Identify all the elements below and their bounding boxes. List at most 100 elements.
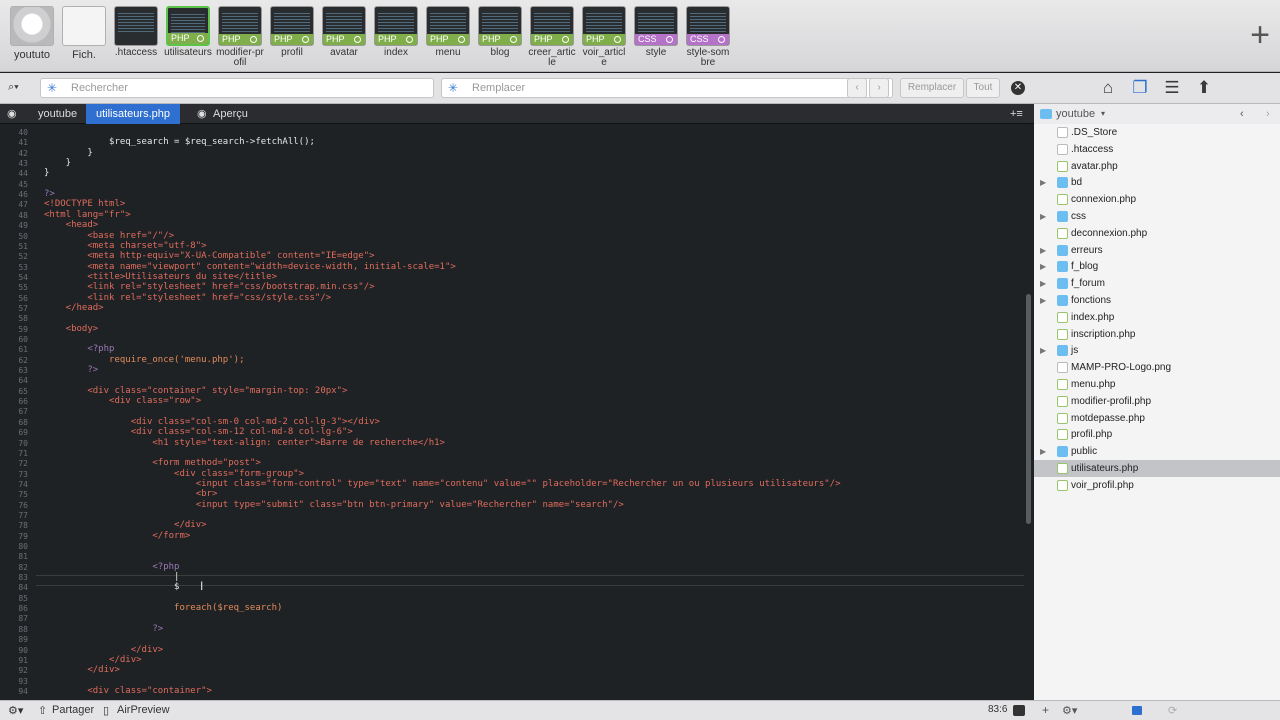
- file-item[interactable]: ▶ f_blog: [1034, 258, 1280, 275]
- code-line[interactable]: </head>: [44, 303, 104, 314]
- tab-2[interactable]: .htaccess: [112, 6, 160, 58]
- code-line[interactable]: <html lang="fr">: [44, 210, 131, 221]
- expand-arrow-icon[interactable]: ▶: [1040, 258, 1046, 275]
- code-line[interactable]: <h1 style="text-align: center">Barre de …: [44, 438, 445, 449]
- add-icon[interactable]: +: [1042, 703, 1049, 717]
- close-dot-icon[interactable]: [666, 36, 673, 43]
- replace-button[interactable]: Remplacer: [900, 78, 964, 98]
- eye-icon[interactable]: ◉: [7, 104, 17, 124]
- files-icon[interactable]: ❐: [1129, 78, 1151, 98]
- code-line[interactable]: ?>: [44, 624, 163, 635]
- back-icon[interactable]: ‹: [1240, 104, 1244, 124]
- tab-3[interactable]: PHP utilisateurs: [164, 6, 212, 58]
- close-dot-icon[interactable]: [302, 36, 309, 43]
- tab-13[interactable]: CSS style-sombre: [684, 6, 732, 68]
- share-button[interactable]: Partager: [52, 704, 94, 716]
- file-item[interactable]: modifier-profil.php: [1034, 393, 1280, 410]
- tab-11[interactable]: PHP voir_article: [580, 6, 628, 68]
- file-item[interactable]: deconnexion.php: [1034, 225, 1280, 242]
- code-line[interactable]: <meta http-equiv="X-UA-Compatible" conte…: [44, 251, 374, 262]
- tab-6[interactable]: PHP avatar: [320, 6, 368, 58]
- file-item[interactable]: voir_profil.php: [1034, 477, 1280, 494]
- file-item[interactable]: ▶ fonctions: [1034, 292, 1280, 309]
- close-dot-icon[interactable]: [458, 36, 465, 43]
- file-item[interactable]: ▶ erreurs: [1034, 242, 1280, 259]
- code-line[interactable]: <input class="form-control" type="text" …: [44, 479, 841, 490]
- code-line[interactable]: <div class="form-group">: [44, 469, 304, 480]
- add-tab-button[interactable]: +: [1250, 18, 1270, 52]
- close-dot-icon[interactable]: [510, 36, 517, 43]
- tab-7[interactable]: PHP index: [372, 6, 420, 58]
- search-options-icon[interactable]: ⌕▾: [8, 81, 19, 94]
- sync-icon[interactable]: ⟳: [1168, 704, 1177, 717]
- replace-input[interactable]: ✳ Remplacer: [441, 78, 893, 98]
- file-item[interactable]: connexion.php: [1034, 191, 1280, 208]
- code-line[interactable]: }: [44, 148, 92, 159]
- code-line[interactable]: ?>: [44, 189, 55, 200]
- code-line[interactable]: <?php: [44, 562, 179, 573]
- panel-toggle-icon[interactable]: [1013, 705, 1025, 716]
- code-line[interactable]: <body>: [44, 324, 99, 335]
- editor-menu-icon[interactable]: +≡: [1010, 104, 1023, 124]
- close-dot-icon[interactable]: [250, 36, 257, 43]
- code-line[interactable]: <meta name="viewport" content="width=dev…: [44, 262, 455, 273]
- file-item[interactable]: menu.php: [1034, 376, 1280, 393]
- tab-5[interactable]: PHP profil: [268, 6, 316, 58]
- file-item[interactable]: .DS_Store: [1034, 124, 1280, 141]
- code-line[interactable]: foreach($req_search): [44, 603, 282, 614]
- close-dot-icon[interactable]: [406, 36, 413, 43]
- code-line[interactable]: }: [44, 168, 49, 179]
- expand-arrow-icon[interactable]: ▶: [1040, 443, 1046, 460]
- gear-icon[interactable]: ⚙▾: [1062, 704, 1077, 717]
- expand-arrow-icon[interactable]: ▶: [1040, 208, 1046, 225]
- preview-button[interactable]: Aperçu: [213, 104, 248, 124]
- breadcrumb-file[interactable]: utilisateurs.php: [86, 104, 180, 124]
- file-item[interactable]: MAMP-PRO-Logo.png: [1034, 359, 1280, 376]
- upload-icon[interactable]: ⬆: [1193, 78, 1215, 98]
- file-item[interactable]: profil.php: [1034, 426, 1280, 443]
- code-line[interactable]: <head>: [44, 220, 99, 231]
- scrollbar-thumb[interactable]: [1026, 294, 1031, 524]
- code-line[interactable]: $: [44, 582, 179, 593]
- close-dot-icon[interactable]: [718, 36, 725, 43]
- chevron-down-icon[interactable]: ▾: [1101, 104, 1105, 124]
- next-match-button[interactable]: ›: [869, 78, 889, 98]
- code-line[interactable]: <input type="submit" class="btn btn-prim…: [44, 500, 624, 511]
- previous-match-button[interactable]: ‹: [847, 78, 867, 98]
- tab-1[interactable]: Fich.: [60, 6, 108, 61]
- tab-8[interactable]: PHP menu: [424, 6, 472, 58]
- file-item[interactable]: index.php: [1034, 309, 1280, 326]
- tab-10[interactable]: PHP creer_article: [528, 6, 576, 68]
- replace-all-button[interactable]: Tout: [966, 78, 1000, 98]
- code-line[interactable]: <form method="post">: [44, 458, 260, 469]
- code-line[interactable]: </div>: [44, 645, 164, 656]
- code-line[interactable]: <div class="container">: [44, 686, 212, 697]
- file-item[interactable]: utilisateurs.php: [1034, 460, 1280, 477]
- close-dot-icon[interactable]: [197, 35, 204, 42]
- expand-arrow-icon[interactable]: ▶: [1040, 242, 1046, 259]
- code-line[interactable]: <?php: [44, 344, 114, 355]
- file-item[interactable]: motdepasse.php: [1034, 410, 1280, 427]
- code-line[interactable]: $req_search = $req_search->fetchAll();: [44, 137, 315, 148]
- code-line[interactable]: </div>: [44, 520, 207, 531]
- close-dot-icon[interactable]: [614, 36, 621, 43]
- search-input[interactable]: ✳ Rechercher: [40, 78, 434, 98]
- expand-arrow-icon[interactable]: ▶: [1040, 174, 1046, 191]
- code-line[interactable]: <title>Utilisateurs du site</title>: [44, 272, 277, 283]
- file-item[interactable]: inscription.php: [1034, 326, 1280, 343]
- close-search-icon[interactable]: ✕: [1011, 81, 1025, 95]
- gear-icon[interactable]: ⚙▾: [8, 704, 23, 717]
- editor-scrollbar[interactable]: [1025, 124, 1033, 700]
- airpreview-button[interactable]: AirPreview: [117, 704, 170, 716]
- forward-icon[interactable]: ›: [1266, 104, 1270, 124]
- code-editor[interactable]: 40 41 42 43 44 45 46 47 48 49 50 51 52 53 54 55 56 57 58 59…: [0, 124, 1024, 700]
- file-item[interactable]: ▶ css: [1034, 208, 1280, 225]
- file-item[interactable]: ▶ bd: [1034, 174, 1280, 191]
- code-line[interactable]: <link rel="stylesheet" href="css/style.c…: [44, 293, 331, 304]
- code-line[interactable]: <div class="col-sm-0 col-md-2 col-lg-3">…: [44, 417, 380, 428]
- code-line[interactable]: <base href="/"/>: [44, 231, 174, 242]
- code-line[interactable]: ?>: [44, 365, 98, 376]
- code-line[interactable]: <br>: [44, 489, 218, 500]
- panel-folder-name[interactable]: youtube: [1056, 104, 1095, 124]
- tab-4[interactable]: PHP modifier-profil: [216, 6, 264, 68]
